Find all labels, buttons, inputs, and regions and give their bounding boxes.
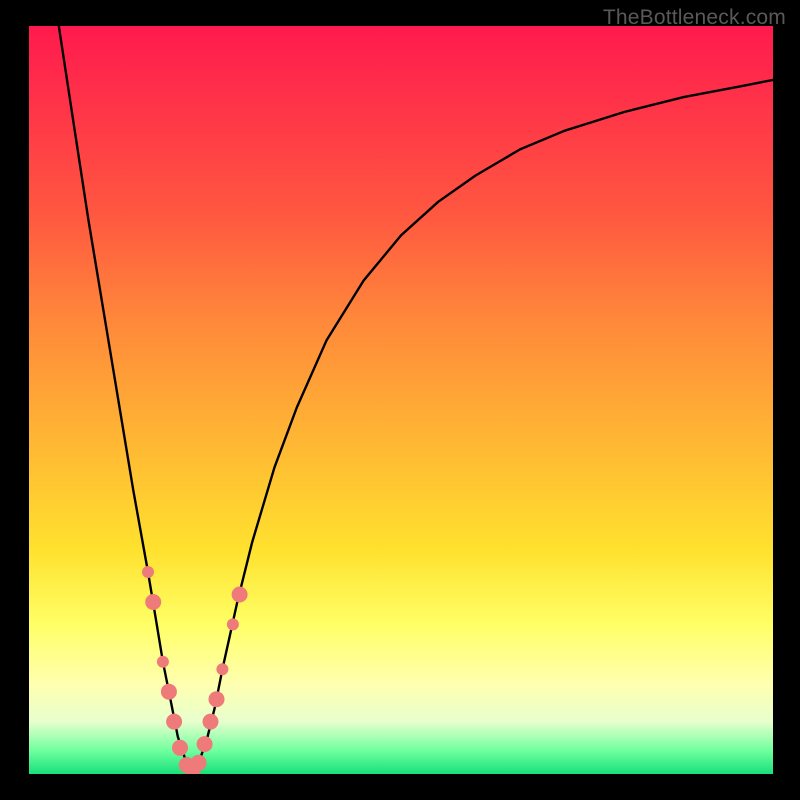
bottleneck-curve-svg (29, 26, 773, 774)
highlighted-points (142, 566, 248, 774)
marker-dot (191, 755, 207, 771)
watermark-text: TheBottleneck.com (603, 6, 786, 30)
marker-dot (161, 684, 177, 700)
marker-dot (216, 663, 228, 675)
marker-dot (166, 714, 182, 730)
marker-dot (209, 691, 225, 707)
marker-dot (142, 566, 154, 578)
chart-frame: TheBottleneck.com (0, 0, 800, 800)
marker-dot (227, 618, 239, 630)
marker-dot (145, 594, 161, 610)
marker-dot (197, 736, 213, 752)
marker-dot (157, 656, 169, 668)
marker-dot (232, 587, 248, 603)
marker-dot (172, 740, 188, 756)
chart-plot-area (29, 26, 773, 774)
marker-dot (203, 714, 219, 730)
